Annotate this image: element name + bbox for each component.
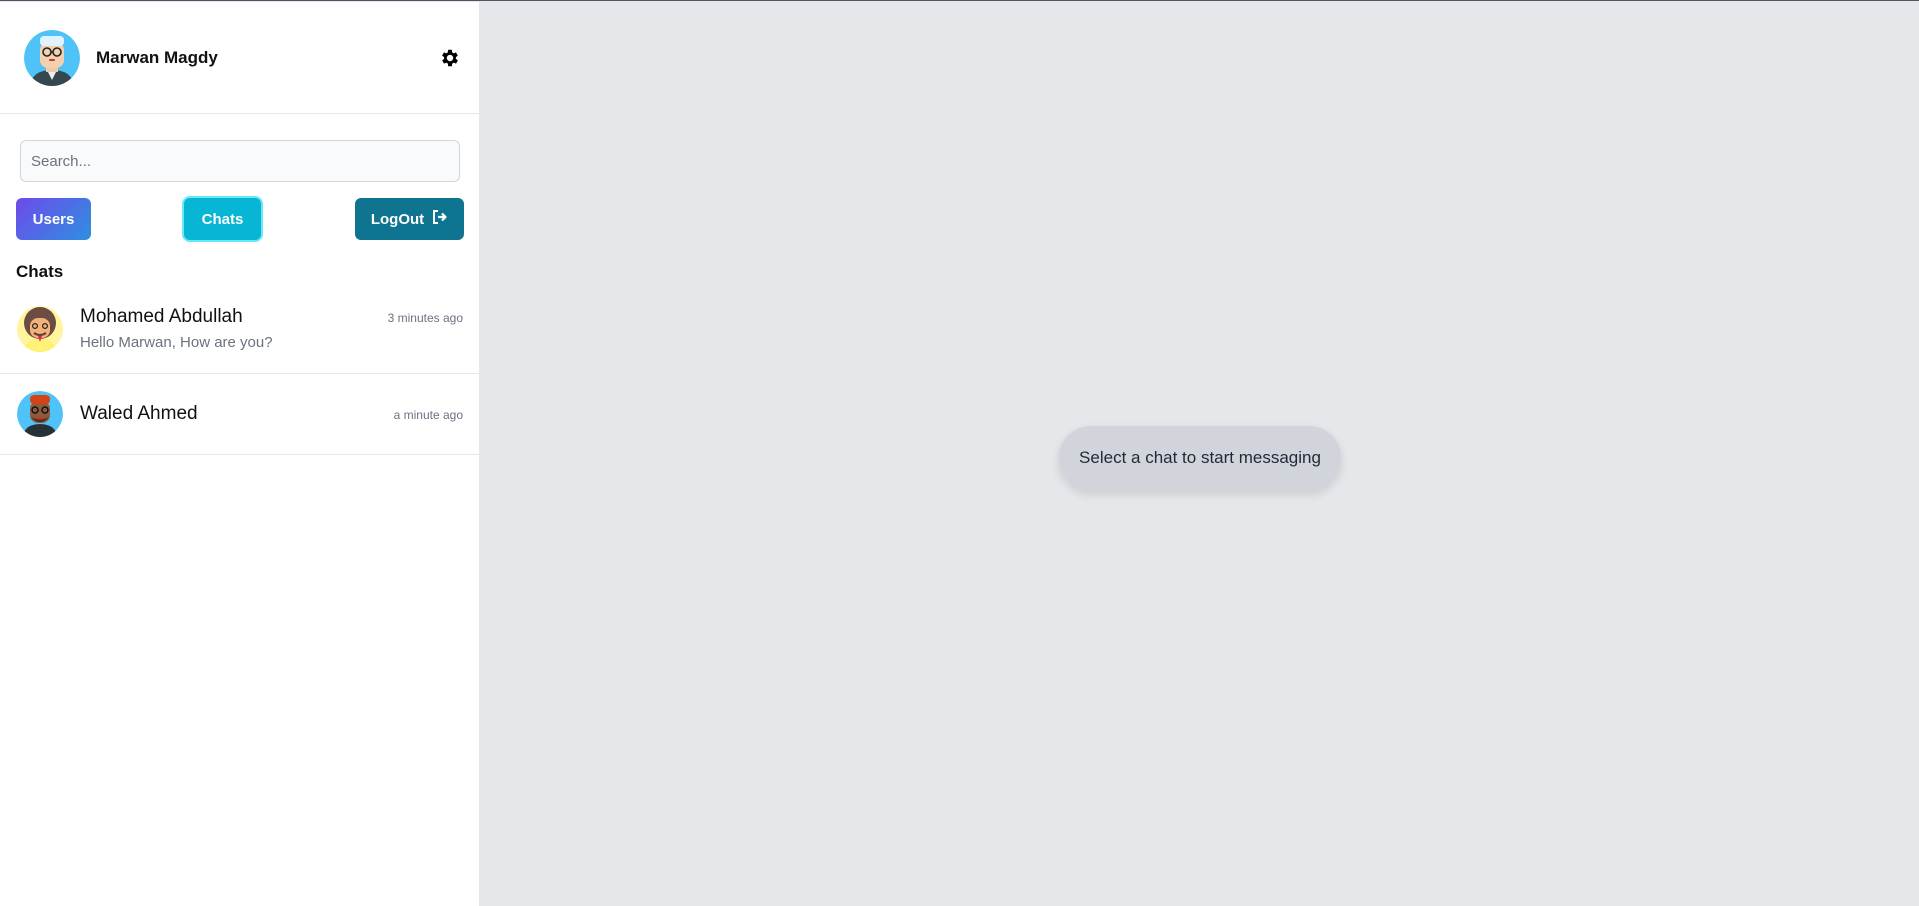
chat-item-body: Mohamed Abdullah 3 minutes ago Hello Mar… — [80, 306, 463, 351]
chats-section-title: Chats — [16, 262, 64, 281]
users-button[interactable]: Users — [16, 198, 91, 240]
chat-list: Mohamed Abdullah 3 minutes ago Hello Mar… — [0, 284, 479, 455]
search-input[interactable] — [20, 140, 460, 182]
contact-name: Waled Ahmed — [80, 403, 198, 424]
sign-out-icon — [432, 210, 448, 228]
avatar-illustration — [24, 29, 80, 86]
chat-panel: Select a chat to start messaging — [481, 2, 1919, 906]
logout-button-label: LogOut — [370, 210, 425, 228]
chat-list-item[interactable]: Waled Ahmed a minute ago — [0, 374, 479, 455]
chats-button[interactable]: Chats — [184, 198, 261, 240]
user-avatar[interactable] — [24, 29, 80, 86]
empty-state-message: Select a chat to start messaging — [1059, 426, 1341, 490]
search-container — [0, 114, 479, 182]
contact-avatar — [17, 391, 63, 437]
chat-item-header: Waled Ahmed a minute ago — [80, 403, 463, 425]
chat-timestamp: 3 minutes ago — [387, 311, 463, 325]
action-buttons: Users Chats LogOut — [0, 198, 479, 242]
chat-item-header: Mohamed Abdullah 3 minutes ago — [80, 306, 463, 328]
chat-item-body: Waled Ahmed a minute ago — [80, 403, 463, 425]
chats-button-label: Chats — [201, 210, 244, 228]
contact-avatar — [17, 305, 63, 352]
contact-name: Mohamed Abdullah — [80, 306, 243, 327]
gear-icon[interactable] — [437, 45, 463, 71]
chat-list-item[interactable]: Mohamed Abdullah 3 minutes ago Hello Mar… — [0, 284, 479, 374]
chat-timestamp: a minute ago — [393, 408, 463, 422]
sidebar: Marwan Magdy Users Chats LogOut Chats — [0, 2, 480, 906]
profile-header: Marwan Magdy — [0, 2, 479, 114]
users-button-label: Users — [32, 210, 75, 228]
profile-name: Marwan Magdy — [96, 47, 218, 67]
logout-button[interactable]: LogOut — [355, 198, 464, 240]
last-message: Hello Marwan, How are you? — [80, 334, 273, 351]
